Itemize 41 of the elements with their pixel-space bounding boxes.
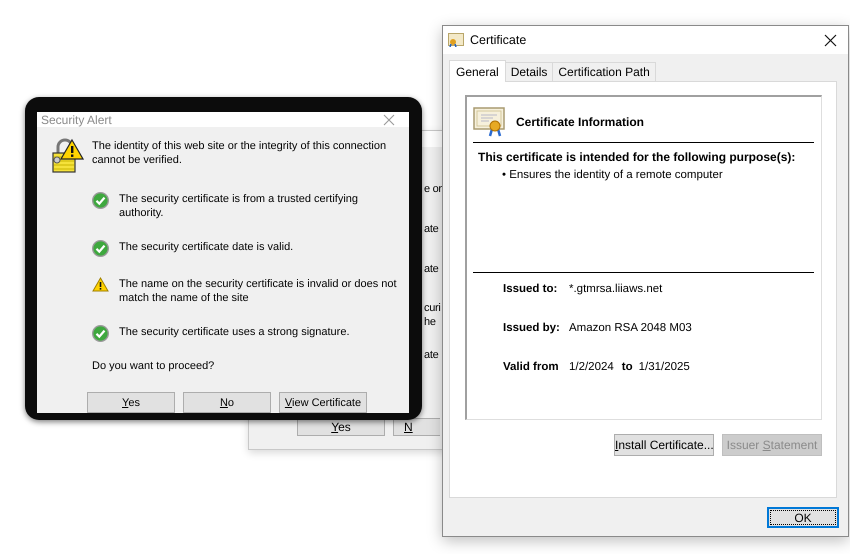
certificate-icon [473, 107, 505, 137]
check-text: The security certificate is from a trusted certifying authority. [119, 192, 360, 220]
field-value: *.gtmrsa.liiaws.net [569, 283, 662, 295]
check-text: The security certificate date is valid. [119, 240, 294, 254]
check-icon [92, 240, 109, 257]
no-button[interactable]: No [183, 392, 271, 413]
message-text: curi [424, 302, 441, 314]
check-text: The security certificate uses a strong signature. [119, 325, 350, 339]
no-button[interactable]: N [393, 418, 440, 436]
ok-button[interactable]: OK [767, 507, 839, 528]
field-label: Issued to: [503, 283, 558, 295]
message-text: ate [424, 349, 438, 361]
field-value: Amazon RSA 2048 M03 [569, 322, 692, 334]
certificate-icon [448, 33, 464, 47]
warning-icon [92, 277, 109, 292]
section-heading: Certificate Information [516, 115, 644, 129]
alert-message: The identity of this web site or the integrity of this connection cannot be verified. [92, 139, 388, 167]
field-label: to [622, 361, 633, 373]
field-value: 1/31/2025 [638, 361, 690, 373]
tab[interactable]: Certification Path [552, 62, 656, 81]
purpose-item: • Ensures the identity of a remote computer [502, 169, 724, 181]
tab[interactable]: General [449, 60, 506, 82]
close-icon[interactable] [824, 34, 837, 46]
field-value: 1/2/2024 [569, 361, 614, 373]
view-certificate-button[interactable]: View Certificate [279, 392, 367, 413]
check-icon [92, 325, 109, 342]
check-icon [92, 192, 109, 209]
yes-button[interactable]: Yes [87, 392, 175, 413]
check-text: The name on the security certificate is invalid or does not match the name of the site [119, 277, 398, 305]
install-certificate-button[interactable]: Install Certificate... [614, 434, 714, 456]
message-text: ate [424, 263, 438, 275]
message-text: e or [424, 183, 442, 195]
field-label: Issued by: [503, 322, 561, 334]
message-text: ate [424, 223, 438, 235]
padlock-warning-icon [50, 138, 84, 174]
field-label: Valid from [503, 361, 560, 373]
purpose-heading: This certificate is intended for the following purpose(s): [478, 150, 796, 164]
window-title: Certificate [470, 33, 526, 47]
window-title: Security Alert [41, 112, 112, 126]
message-text: he [424, 316, 436, 328]
question-text: Do you want to proceed? [92, 360, 216, 372]
